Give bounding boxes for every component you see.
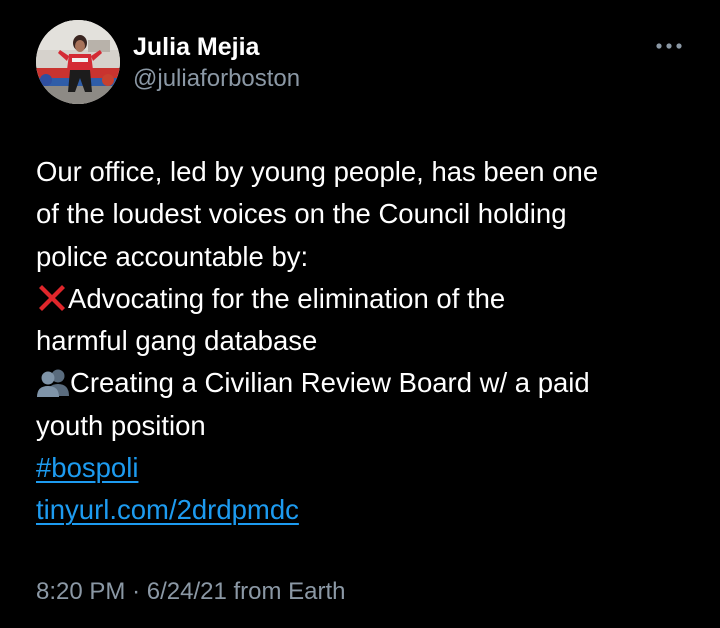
hashtag-line: #bospoli xyxy=(36,447,706,489)
tweet-card: Julia Mejia @juliaforboston Our office, … xyxy=(0,0,720,628)
tweet-line: youth position xyxy=(36,409,206,441)
tweet-line: harmful gang database xyxy=(36,325,318,357)
tweet-line: Our office, led by young people, has bee… xyxy=(36,156,599,187)
tweet-source: from Earth xyxy=(233,578,346,605)
display-name[interactable]: Julia Mejia xyxy=(133,32,300,62)
tweet-line-text: Creating a Civilian Review Board w/ a pa… xyxy=(70,367,590,399)
tweet-time[interactable]: 8:20 PM xyxy=(36,578,125,605)
cross-mark-icon xyxy=(39,284,65,311)
author-info: Julia Mejia @juliaforboston xyxy=(133,32,300,94)
tweet-line-with-emoji: Advocating for the elimination of the xyxy=(36,278,706,320)
busts-in-silhouette-icon xyxy=(37,369,69,398)
more-options-icon xyxy=(656,43,682,49)
more-options-button[interactable] xyxy=(648,34,690,58)
hashtag-link[interactable]: #bospoli xyxy=(36,452,138,483)
tweet-metadata: 8:20 PM · 6/24/21 from Earth xyxy=(36,575,346,609)
tweet-line: of the loudest voices on the Council hol… xyxy=(36,198,567,230)
user-handle[interactable]: @juliaforboston xyxy=(133,64,300,94)
tweet-line: police accountable by: xyxy=(36,240,309,272)
meta-separator: · xyxy=(132,578,141,605)
tweet-text: Our office, led by young people, has bee… xyxy=(36,151,706,532)
tweet-date[interactable]: 6/24/21 xyxy=(147,578,227,605)
url-link[interactable]: tinyurl.com/2drdpmdc xyxy=(36,494,299,525)
tweet-line-with-emoji: Creating a Civilian Review Board w/ a pa… xyxy=(36,362,706,404)
profile-photo-icon xyxy=(36,20,120,104)
avatar[interactable] xyxy=(36,20,120,104)
url-line: tinyurl.com/2drdpmdc xyxy=(36,489,706,531)
tweet-line-text: Advocating for the elimination of the xyxy=(68,282,506,314)
